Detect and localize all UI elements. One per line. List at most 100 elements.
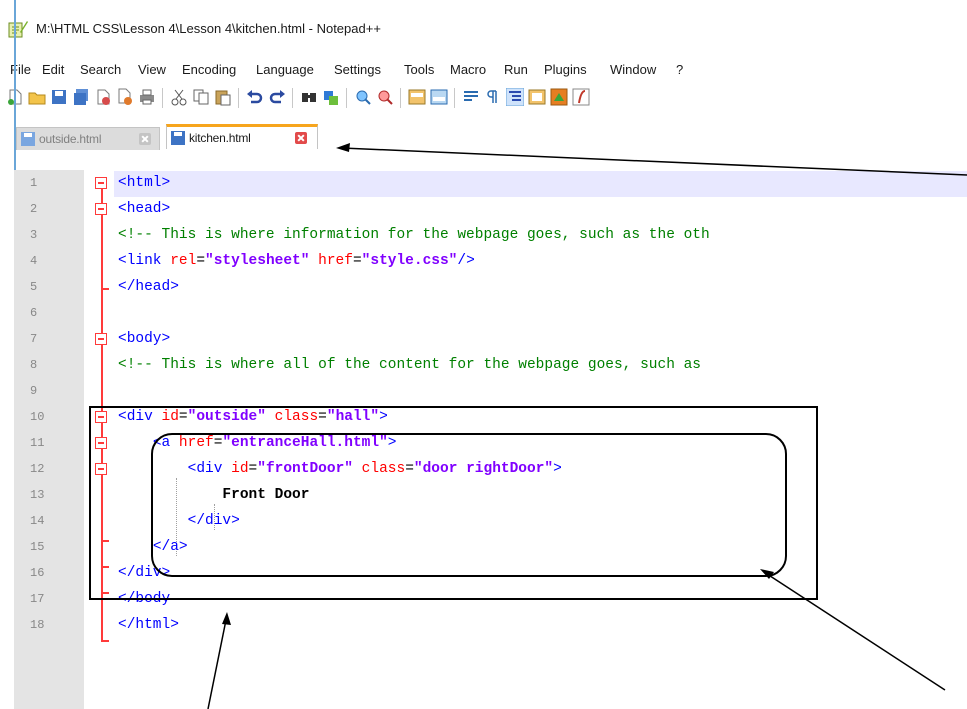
code-token-val: "frontDoor" [257,461,353,477]
code-line[interactable]: 1 <html> [0,171,967,197]
line-number: 2 [30,202,38,216]
code-token-tag: </head> [118,279,179,295]
line-number: 12 [30,462,45,476]
code-text: </head> [118,279,179,295]
close-all-icon[interactable] [116,88,134,106]
cut-icon[interactable] [170,88,188,106]
code-token-val: "entranceHall.html" [222,435,388,451]
code-token-attr: id [161,409,179,425]
line-number: 6 [30,306,38,320]
sync-horizontal-icon[interactable] [430,88,448,106]
find-icon[interactable] [300,88,318,106]
line-number: 10 [30,410,45,424]
document-map-icon[interactable] [550,88,568,106]
code-line[interactable]: 9 [0,379,967,405]
code-token-attr: id [231,461,249,477]
code-token-tag: > [387,435,397,451]
save-all-icon[interactable] [72,88,90,106]
menu-language[interactable]: Language [256,62,314,77]
file-saved-icon [171,131,185,145]
word-wrap-icon[interactable] [462,88,480,106]
code-line[interactable]: 17 </body [0,587,967,613]
toolbar [0,84,967,114]
menu-settings[interactable]: Settings [334,62,381,77]
show-all-chars-icon[interactable] [484,88,502,106]
code-line[interactable]: 12 <div id="frontDoor" class="door right… [0,457,967,483]
code-line[interactable]: 7 <body> [0,327,967,353]
close-icon[interactable] [94,88,112,106]
menu-edit[interactable]: Edit [42,62,64,77]
tab-close-icon[interactable] [295,132,307,144]
code-line[interactable]: 11 <a href="entranceHall.html"> [0,431,967,457]
code-area[interactable]: 1 <html> 2 <head> 3 <!-- This is where inform… [0,171,967,709]
code-token-misc [118,513,188,529]
tab-kitchen-html[interactable]: kitchen.html [166,124,318,149]
code-line[interactable]: 15 </a> [0,535,967,561]
function-list-icon[interactable] [572,88,590,106]
code-line[interactable]: 3 <!-- This is where information for the … [0,223,967,249]
code-token-comment: <!-- This is where all of the content fo… [118,357,701,373]
zoom-in-icon[interactable] [354,88,372,106]
print-icon[interactable] [138,88,156,106]
code-line[interactable]: 16 </div> [0,561,967,587]
tab-close-icon[interactable] [139,133,151,145]
line-number: 1 [30,176,38,190]
open-file-icon[interactable] [28,88,46,106]
code-token-tag: <link [118,253,171,269]
code-line[interactable]: 2 <head> [0,197,967,223]
save-icon[interactable] [50,88,68,106]
code-token-attr: href [178,435,214,451]
paste-icon[interactable] [214,88,232,106]
code-text: <!-- This is where information for the w… [118,227,710,243]
code-line[interactable]: 5 </head> [0,275,967,301]
code-token-tag: <a [152,435,179,451]
code-text: <div id="frontDoor" class="door rightDoo… [118,461,562,477]
code-line[interactable]: 8 <!-- This is where all of the content f… [0,353,967,379]
code-token-tag: </a> [152,539,188,555]
code-line[interactable]: 6 [0,301,967,327]
undo-icon[interactable] [246,88,264,106]
menu-help[interactable]: ? [676,62,683,77]
code-token-misc: = [352,253,362,269]
code-line[interactable]: 14 </div> [0,509,967,535]
user-language-icon[interactable] [528,88,546,106]
zoom-out-icon[interactable] [376,88,394,106]
sync-vertical-icon[interactable] [408,88,426,106]
indent-guide-icon[interactable] [506,88,524,106]
menu-run[interactable]: Run [504,62,528,77]
code-text: </a> [118,539,188,555]
code-text: <body> [118,331,170,347]
menu-encoding[interactable]: Encoding [182,62,236,77]
code-token-val: "hall" [326,409,380,425]
code-token-tag: > [553,461,562,477]
code-line[interactable]: 10 <div id="outside" class="hall"> [0,405,967,431]
toolbar-separator [162,88,163,108]
replace-icon[interactable] [322,88,340,106]
code-line[interactable]: 18 </html> [0,613,967,639]
menu-tools[interactable]: Tools [404,62,434,77]
toolbar-separator [454,88,455,108]
menu-plugins[interactable]: Plugins [544,62,587,77]
toolbar-separator [400,88,401,108]
code-token-tag: </div> [187,513,240,529]
notepadpp-app-icon [8,21,28,38]
code-line[interactable]: 13 Front Door [0,483,967,509]
line-number: 7 [30,332,38,346]
code-token-misc [118,487,222,503]
redo-icon[interactable] [268,88,286,106]
code-line[interactable]: 4 <link rel="stylesheet" href="style.css"… [0,249,967,275]
code-token-comment: <!-- This is where information for the w… [118,227,710,243]
menu-search[interactable]: Search [80,62,121,77]
menu-view[interactable]: View [138,62,166,77]
tab-label: outside.html [39,132,102,146]
menu-macro[interactable]: Macro [450,62,486,77]
line-number: 11 [30,436,45,450]
code-token-tag: <body> [118,331,171,347]
menu-window[interactable]: Window [610,62,656,77]
code-text: <a href="entranceHall.html"> [118,435,397,451]
line-number: 17 [30,592,45,606]
copy-icon[interactable] [192,88,210,106]
tab-outside-html[interactable]: outside.html [16,127,160,150]
line-number: 9 [30,384,38,398]
code-token-tag: > [379,409,388,425]
